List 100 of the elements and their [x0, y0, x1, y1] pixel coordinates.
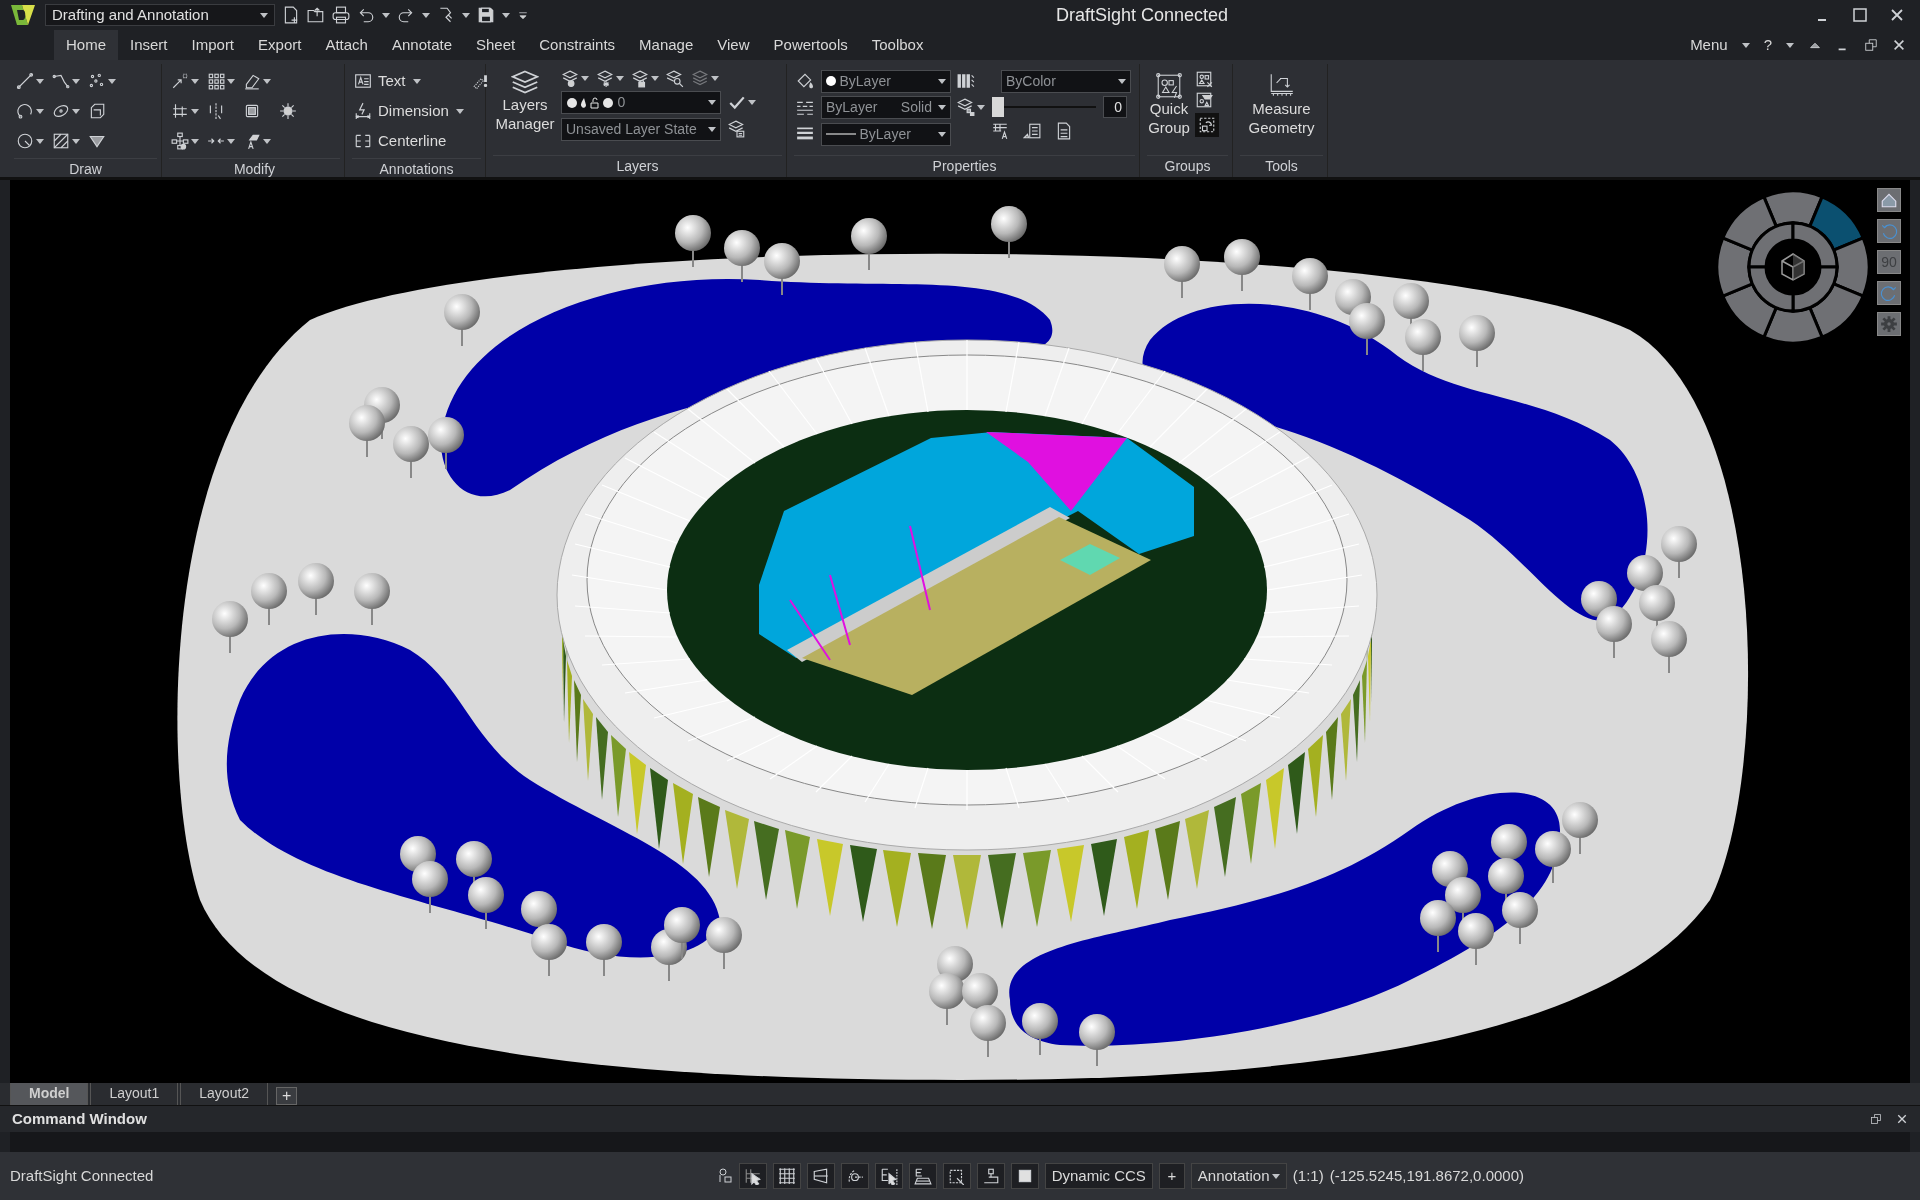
caret-icon[interactable]	[938, 131, 946, 137]
caret-icon[interactable]	[382, 12, 390, 18]
layer-star-button[interactable]	[596, 69, 614, 88]
caret-icon[interactable]	[708, 100, 716, 105]
close-icon[interactable]	[1889, 7, 1905, 23]
document-button[interactable]	[1055, 121, 1073, 140]
layer-state-button[interactable]	[728, 120, 746, 138]
restore-icon[interactable]	[1870, 1113, 1882, 1125]
transparency-value[interactable]: 0	[1103, 96, 1127, 118]
layer-dropdown[interactable]: 0	[561, 91, 721, 114]
snap-cursor-toggle[interactable]	[738, 1163, 767, 1189]
transparency-slider[interactable]	[992, 96, 1096, 118]
ribbon-tab[interactable]: Home	[54, 29, 118, 60]
view-settings-button[interactable]	[1877, 312, 1901, 336]
mirror-button[interactable]	[207, 102, 225, 120]
ribbon-tab[interactable]: Insert	[118, 29, 180, 60]
caret-icon[interactable]	[108, 78, 116, 84]
list-button[interactable]	[1023, 121, 1041, 140]
command-input-field[interactable]	[10, 1132, 1910, 1152]
caret-icon[interactable]	[260, 12, 268, 18]
caret-icon[interactable]	[455, 108, 464, 114]
entity-snap-toggle[interactable]	[874, 1163, 903, 1189]
caret-icon[interactable]	[1741, 42, 1750, 48]
circle-button[interactable]	[16, 132, 34, 150]
layout-tab[interactable]: Model	[10, 1081, 89, 1105]
move-button[interactable]	[171, 72, 189, 90]
table-text-button[interactable]	[991, 121, 1009, 140]
layers-manager-button[interactable]: Layers Manager	[495, 66, 555, 153]
ribbon-tab[interactable]: Annotate	[379, 29, 464, 60]
close-icon[interactable]	[1896, 1113, 1908, 1125]
slider-thumb[interactable]	[992, 97, 1004, 117]
linetype-dropdown[interactable]: ByLayer Solid	[821, 96, 951, 119]
ribbon-tab[interactable]: Sheet	[464, 29, 528, 60]
caret-icon[interactable]	[462, 12, 470, 18]
measure-geometry-button[interactable]: Measure Geometry	[1242, 66, 1321, 153]
caret-icon[interactable]	[748, 100, 756, 105]
new-file-icon[interactable]	[282, 6, 300, 24]
caret-icon[interactable]	[36, 138, 44, 144]
menu-button[interactable]: Menu	[1690, 34, 1728, 57]
caret-icon[interactable]	[263, 78, 271, 84]
polar-toggle[interactable]	[840, 1163, 869, 1189]
caret-icon[interactable]	[1786, 42, 1794, 48]
caret-icon[interactable]	[191, 78, 199, 84]
workspace-dropdown[interactable]: Drafting and Annotation	[45, 4, 275, 26]
dynamic-input-toggle[interactable]	[942, 1163, 971, 1189]
caret-icon[interactable]	[72, 108, 80, 114]
pen-icon[interactable]	[471, 72, 490, 91]
snap-device-icon[interactable]	[716, 1168, 733, 1184]
caret-icon[interactable]	[191, 138, 199, 144]
caret-icon[interactable]	[711, 76, 719, 81]
add-layout-button[interactable]: +	[276, 1087, 298, 1105]
caret-icon[interactable]	[651, 76, 659, 81]
caret-icon[interactable]	[36, 108, 44, 114]
ribbon-tab[interactable]: Import	[179, 29, 247, 60]
ribbon-tab[interactable]: Attach	[313, 29, 380, 60]
polyline-button[interactable]	[52, 72, 70, 90]
caret-icon[interactable]	[36, 78, 44, 84]
grid-button[interactable]	[207, 72, 225, 90]
region-button[interactable]	[88, 102, 106, 120]
layer-dot-button[interactable]	[561, 69, 579, 88]
grid-toggle[interactable]	[772, 1163, 801, 1189]
layout-tab[interactable]: Layout2	[180, 1081, 269, 1105]
save-icon[interactable]	[477, 6, 495, 24]
ribbon-tab[interactable]: View	[705, 29, 762, 60]
print-icon[interactable]	[332, 6, 350, 24]
redo-icon[interactable]	[397, 6, 415, 24]
entity-track-toggle[interactable]	[908, 1163, 937, 1189]
caret-icon[interactable]	[227, 78, 235, 84]
help-button[interactable]: ?	[1763, 34, 1772, 57]
restore-icon[interactable]	[1864, 38, 1878, 53]
text-button[interactable]: Text	[354, 69, 406, 93]
arc-button[interactable]	[16, 102, 34, 120]
ribbon-tab[interactable]: Manage	[627, 29, 706, 60]
undo-icon[interactable]	[357, 6, 375, 24]
caret-icon[interactable]	[708, 126, 716, 132]
layer-lock-button[interactable]	[631, 69, 649, 88]
caret-icon[interactable]	[938, 78, 946, 84]
caret-icon[interactable]	[263, 138, 271, 144]
home-view-button[interactable]	[1877, 188, 1901, 212]
group-hand-button[interactable]	[1195, 91, 1213, 109]
quick-group-button[interactable]: Quick Group	[1145, 66, 1193, 153]
maximize-icon[interactable]	[1852, 7, 1868, 23]
annotation-dropdown[interactable]: Annotation	[1190, 1163, 1287, 1189]
color-dropdown[interactable]: ByLayer	[821, 69, 951, 93]
caret-icon[interactable]	[502, 12, 510, 18]
group-remove-button[interactable]	[1195, 69, 1213, 88]
caret-icon[interactable]	[412, 78, 421, 84]
caret-icon[interactable]	[422, 12, 430, 18]
dynamic-ccs-button[interactable]: Dynamic CCS	[1044, 1163, 1153, 1189]
layer-state-dropdown[interactable]: Unsaved Layer State	[561, 117, 721, 141]
model-space-toggle[interactable]	[1010, 1163, 1039, 1189]
add-button[interactable]: +	[1158, 1163, 1185, 1189]
lineweight-dropdown[interactable]: ByLayer	[821, 122, 951, 146]
caret-icon[interactable]	[581, 76, 589, 81]
caret-icon[interactable]	[227, 138, 235, 144]
line-button[interactable]	[16, 72, 34, 90]
group-select-button[interactable]	[1195, 112, 1219, 137]
close-icon[interactable]	[1892, 38, 1906, 53]
eraser-button[interactable]	[243, 72, 261, 90]
caret-icon[interactable]	[1271, 1173, 1280, 1179]
